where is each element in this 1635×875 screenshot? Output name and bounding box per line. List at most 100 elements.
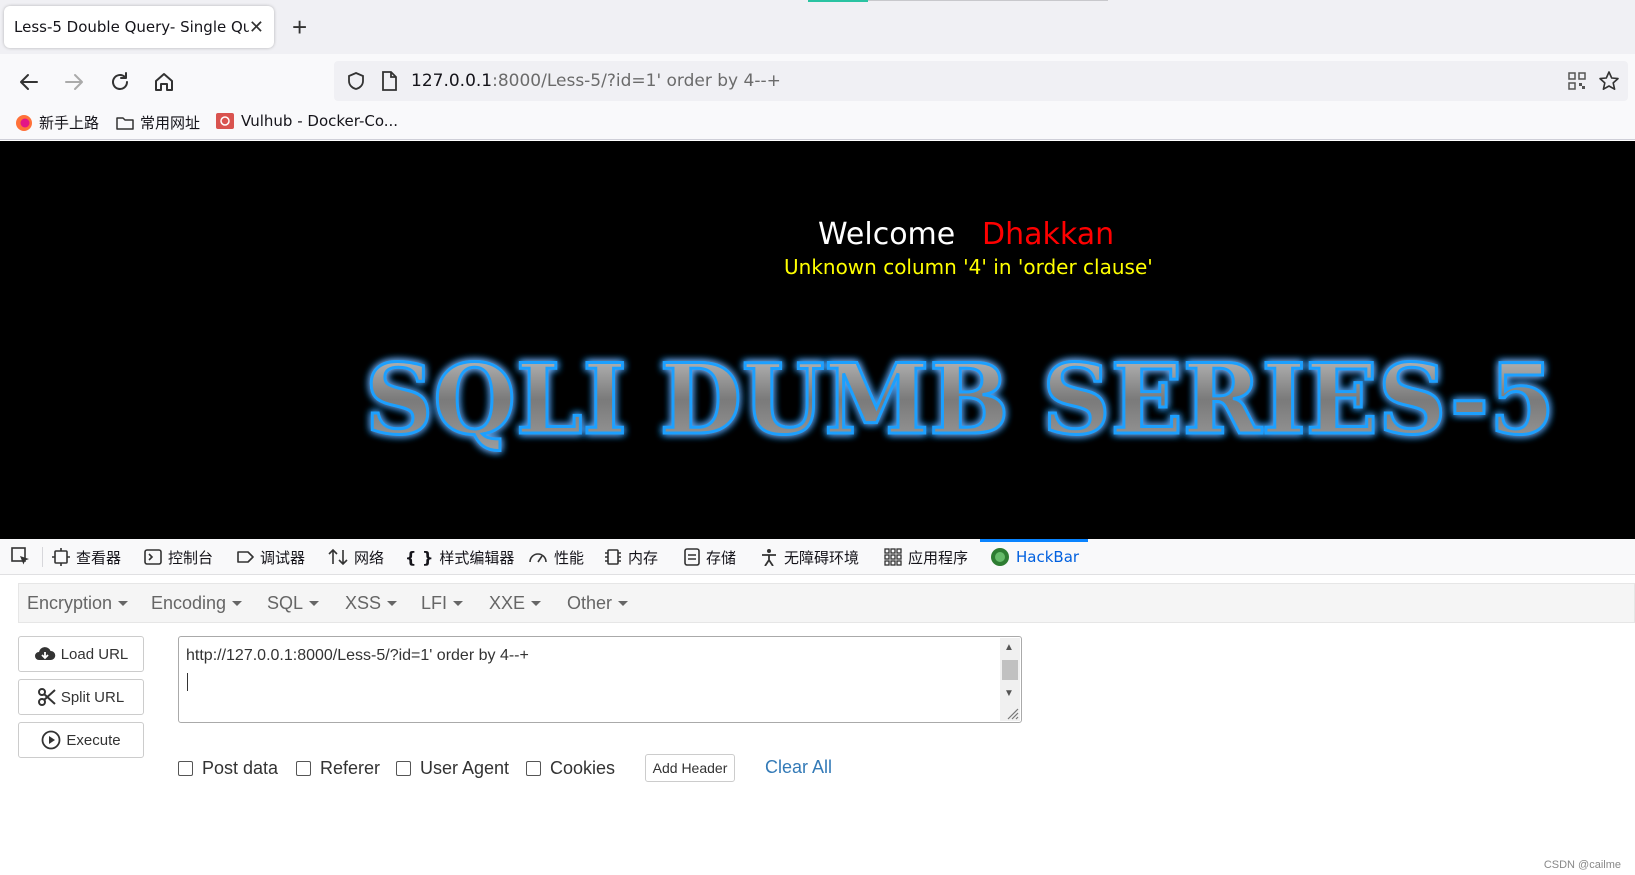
devtools-tab-console[interactable]: 控制台 bbox=[144, 539, 213, 575]
close-tab-icon[interactable]: ✕ bbox=[249, 17, 264, 38]
forward-arrow-icon bbox=[65, 74, 83, 90]
home-button[interactable] bbox=[150, 68, 178, 96]
url-textarea[interactable]: http://127.0.0.1:8000/Less-5/?id=1' orde… bbox=[178, 636, 1022, 723]
bookmark-label: 常用网址 bbox=[140, 114, 201, 132]
user-agent-checkbox[interactable]: User Agent bbox=[396, 758, 509, 779]
caret-down-icon bbox=[387, 601, 398, 606]
devtools-tab-hackbar[interactable]: HackBar bbox=[990, 539, 1079, 575]
welcome-text: Welcome bbox=[818, 217, 956, 252]
firefox-icon bbox=[16, 114, 32, 131]
folder-icon bbox=[116, 116, 134, 130]
menu-label: XXE bbox=[489, 593, 526, 613]
url-path: :8000/Less-5/?id=1' order by 4--+ bbox=[492, 71, 781, 91]
devtools-tab-performance[interactable]: 性能 bbox=[528, 539, 584, 575]
checkbox-box[interactable] bbox=[396, 761, 411, 776]
devtools-tab-label: 调试器 bbox=[260, 548, 306, 567]
devtools-tab-style-editor[interactable]: { } 样式编辑器 bbox=[405, 539, 514, 575]
devtools-toolbar: 查看器 控制台 调试器 网络 { } 样式编辑器 性能 内存 存储 无障碍环境 … bbox=[0, 539, 1635, 575]
scroll-down-arrow-icon[interactable]: ▼ bbox=[1004, 688, 1014, 699]
devtools-tab-inspector[interactable]: 查看器 bbox=[52, 539, 121, 575]
devtools-tab-storage[interactable]: 存储 bbox=[684, 539, 736, 575]
resize-handle-icon[interactable] bbox=[1005, 706, 1019, 720]
scrollbar-thumb[interactable] bbox=[1002, 660, 1018, 680]
post-data-checkbox[interactable]: Post data bbox=[178, 758, 278, 779]
bookmarks-toolbar: 新手上路 常用网址 Vulhub - Docker-Co... bbox=[0, 108, 1635, 140]
tab-strip: Less-5 Double Query- Single Quotes ✕ + bbox=[0, 0, 1635, 54]
devtools-tab-memory[interactable]: 内存 bbox=[604, 539, 658, 575]
text-cursor bbox=[187, 673, 188, 691]
menu-lfi[interactable]: LFI bbox=[421, 593, 464, 614]
inspector-icon bbox=[52, 548, 70, 566]
page-icon[interactable] bbox=[380, 71, 398, 91]
caret-down-icon bbox=[118, 601, 129, 606]
console-icon bbox=[144, 549, 162, 565]
menu-encoding[interactable]: Encoding bbox=[151, 593, 243, 614]
element-picker-icon bbox=[11, 547, 29, 565]
load-url-button[interactable]: Load URL bbox=[18, 636, 144, 672]
cookies-checkbox[interactable]: Cookies bbox=[526, 758, 615, 779]
forward-button[interactable] bbox=[60, 68, 88, 96]
execute-button[interactable]: Execute bbox=[18, 722, 144, 758]
devtools-tab-label: 无障碍环境 bbox=[784, 548, 860, 567]
tab-strip-line bbox=[868, 0, 1108, 1]
devtools-tab-label: 应用程序 bbox=[908, 548, 969, 567]
caret-down-icon bbox=[453, 601, 464, 606]
split-url-button[interactable]: Split URL bbox=[18, 679, 144, 715]
devtools-tab-label: 样式编辑器 bbox=[439, 548, 515, 567]
scroll-up-arrow-icon[interactable]: ▲ bbox=[1004, 642, 1014, 653]
debugger-icon bbox=[237, 551, 254, 563]
menu-sql[interactable]: SQL bbox=[267, 593, 320, 614]
devtools-tab-application[interactable]: 应用程序 bbox=[884, 539, 968, 575]
add-header-button[interactable]: Add Header bbox=[645, 754, 735, 782]
menu-label: LFI bbox=[421, 593, 448, 613]
shield-icon[interactable] bbox=[346, 71, 366, 91]
back-button[interactable] bbox=[15, 68, 43, 96]
url-text[interactable]: 127.0.0.1:8000/Less-5/?id=1' order by 4-… bbox=[411, 71, 781, 91]
new-tab-button[interactable]: + bbox=[292, 12, 307, 43]
bookmark-star-icon[interactable] bbox=[1598, 70, 1620, 92]
storage-icon bbox=[684, 548, 700, 566]
bookmark-folder[interactable]: 常用网址 bbox=[116, 112, 200, 133]
url-bar[interactable]: 127.0.0.1:8000/Less-5/?id=1' order by 4-… bbox=[334, 61, 1628, 101]
menu-encryption[interactable]: Encryption bbox=[27, 593, 129, 614]
banner-text: SQLI DUMB SERIES-5 bbox=[365, 343, 1555, 456]
clear-all-link[interactable]: Clear All bbox=[765, 757, 832, 778]
devtools-tab-label: 内存 bbox=[628, 548, 659, 567]
checkbox-box[interactable] bbox=[178, 761, 193, 776]
checkbox-box[interactable] bbox=[296, 761, 311, 776]
checkbox-box[interactable] bbox=[526, 761, 541, 776]
reload-button[interactable] bbox=[106, 68, 134, 96]
memory-icon bbox=[605, 549, 621, 565]
checkbox-label: Post data bbox=[202, 758, 279, 778]
performance-icon bbox=[529, 553, 547, 563]
menu-other[interactable]: Other bbox=[567, 593, 629, 614]
devtools-tab-label: 性能 bbox=[554, 548, 585, 567]
reload-icon bbox=[112, 72, 128, 90]
devtools-tab-label: 存储 bbox=[706, 548, 737, 567]
home-icon bbox=[155, 73, 173, 91]
url-host: 127.0.0.1 bbox=[411, 71, 493, 91]
url-textarea-value: http://127.0.0.1:8000/Less-5/?id=1' orde… bbox=[186, 647, 529, 664]
button-label: Load URL bbox=[60, 645, 129, 663]
element-picker-button[interactable] bbox=[10, 539, 32, 575]
bookmark-label: 新手上路 bbox=[39, 114, 100, 132]
menu-xss[interactable]: XSS bbox=[345, 593, 398, 614]
hackbar-menu: Encryption Encoding SQL XSS LFI XXE Othe… bbox=[18, 583, 1635, 623]
bookmark-item[interactable]: Vulhub - Docker-Co... bbox=[215, 112, 398, 130]
qr-code-icon[interactable] bbox=[1568, 72, 1586, 90]
network-icon bbox=[328, 548, 348, 566]
watermark: CSDN @cailme bbox=[1543, 859, 1621, 871]
devtools-tab-debugger[interactable]: 调试器 bbox=[236, 539, 305, 575]
hackbar-icon bbox=[991, 548, 1009, 566]
checkbox-label: Cookies bbox=[550, 758, 616, 778]
vulhub-icon bbox=[216, 113, 234, 129]
menu-label: Encoding bbox=[151, 593, 227, 613]
bookmark-item[interactable]: 新手上路 bbox=[15, 112, 99, 133]
menu-xxe[interactable]: XXE bbox=[489, 593, 542, 614]
browser-tab[interactable]: Less-5 Double Query- Single Quotes ✕ bbox=[4, 6, 274, 48]
devtools-tab-network[interactable]: 网络 bbox=[328, 539, 384, 575]
devtools-tab-accessibility[interactable]: 无障碍环境 bbox=[760, 539, 859, 575]
play-circle-icon bbox=[41, 730, 61, 750]
sqli-banner-image: SQLI DUMB SERIES-5 bbox=[364, 342, 1557, 458]
referer-checkbox[interactable]: Referer bbox=[296, 758, 380, 779]
